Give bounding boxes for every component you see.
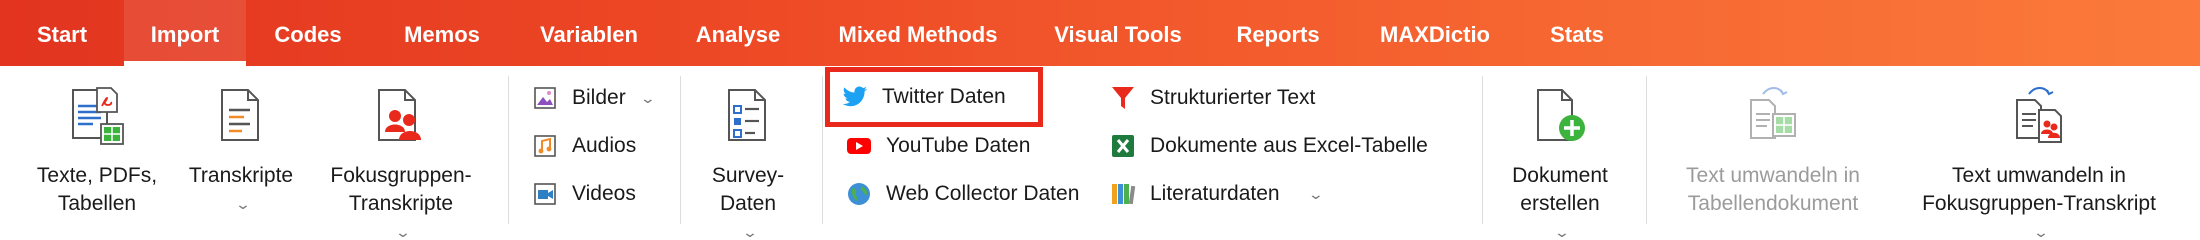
- focus-group-transcript-icon: [373, 86, 429, 151]
- texte-pdfs-tabellen-button[interactable]: Texte, PDFs, Tabellen: [22, 66, 172, 231]
- bilder-label: Bilder: [572, 86, 626, 109]
- videos-label: Videos: [572, 182, 636, 205]
- chevron-down-icon: ⌄: [639, 89, 656, 106]
- audios-label: Audios: [572, 134, 637, 157]
- tab-reports[interactable]: Reports: [1232, 0, 1324, 66]
- chevron-down-icon: ⌄: [741, 224, 759, 240]
- literaturdaten-button[interactable]: Literaturdaten ⌄: [1110, 174, 1324, 214]
- tab-codes[interactable]: Codes: [262, 0, 354, 66]
- tab-maxdictio[interactable]: MAXDictio: [1374, 0, 1496, 66]
- web-collector-daten-button[interactable]: Web Collector Daten: [846, 174, 1079, 214]
- tab-mixed-methods[interactable]: Mixed Methods: [832, 0, 1004, 66]
- ribbon-separator: [508, 76, 509, 224]
- ribbon-separator: [822, 76, 823, 224]
- twitter-label: Twitter Daten: [882, 85, 1006, 108]
- transkripte-button[interactable]: Transkripte ⌄: [178, 66, 304, 231]
- tab-start[interactable]: Start: [0, 0, 124, 66]
- tab-stats[interactable]: Stats: [1544, 0, 1610, 66]
- image-icon: [532, 85, 558, 111]
- document-pdf-table-icon: [67, 86, 127, 151]
- survey-label-line1: Survey-: [711, 164, 785, 187]
- transkripte-label: Transkripte: [188, 164, 294, 187]
- dokumente-aus-excel-button[interactable]: Dokumente aus Excel-Tabelle: [1110, 126, 1428, 166]
- umwandeln-tabelle-line2: Tabellendokument: [1687, 192, 1859, 215]
- dokument-label-line1: Dokument: [1512, 164, 1608, 187]
- ribbon-separator: [680, 76, 681, 224]
- fokus-label-line1: Fokusgruppen-: [330, 164, 472, 187]
- youtube-daten-button[interactable]: YouTube Daten: [846, 126, 1030, 166]
- dokument-erstellen-button[interactable]: Dokument erstellen ⌄: [1494, 66, 1626, 240]
- convert-to-table-icon: [1743, 86, 1803, 151]
- videos-button[interactable]: Videos: [532, 174, 636, 214]
- chevron-down-icon: ⌄: [2032, 224, 2050, 240]
- fokusgruppen-transkripte-button[interactable]: Fokusgruppen- Transkripte ⌄: [316, 66, 486, 240]
- chevron-down-icon: ⌄: [1553, 224, 1571, 240]
- survey-icon: [723, 86, 773, 151]
- video-icon: [532, 181, 558, 207]
- tab-visual-tools[interactable]: Visual Tools: [1050, 0, 1186, 66]
- tab-memos[interactable]: Memos: [398, 0, 486, 66]
- import-ribbon: Texte, PDFs, Tabellen Transkripte ⌄ Foku…: [0, 66, 2200, 240]
- tab-variablen[interactable]: Variablen: [534, 0, 644, 66]
- chevron-down-icon: ⌄: [394, 224, 412, 240]
- umwandeln-fokus-line1: Text umwandeln in: [1952, 164, 2126, 187]
- umwandeln-tabelle-line1: Text umwandeln in: [1686, 164, 1860, 187]
- survey-daten-button[interactable]: Survey- Daten ⌄: [692, 66, 804, 240]
- umwandeln-fokus-line2: Fokusgruppen-Transkript: [1922, 192, 2156, 215]
- literaturdaten-label: Literaturdaten: [1150, 182, 1280, 205]
- tab-analyse[interactable]: Analyse: [690, 0, 786, 66]
- twitter-daten-button[interactable]: Twitter Daten: [825, 67, 1043, 127]
- convert-to-focus-group-icon: [2009, 86, 2069, 151]
- books-icon: [1110, 181, 1136, 207]
- funnel-icon: [1110, 85, 1136, 111]
- twitter-bird-icon: [842, 84, 868, 110]
- chevron-down-icon: ⌄: [234, 196, 252, 212]
- text-umwandeln-tabellendokument-button[interactable]: Text umwandeln in Tabellendokument: [1668, 66, 1878, 231]
- audio-icon: [532, 133, 558, 159]
- fokus-label-line2: Transkripte: [348, 192, 454, 215]
- ribbon-separator: [1646, 76, 1647, 224]
- excel-label: Dokumente aus Excel-Tabelle: [1150, 134, 1428, 157]
- dokument-label-line2: erstellen: [1520, 192, 1600, 215]
- ribbon-separator: [1482, 76, 1483, 224]
- texte-label-line1: Texte, PDFs,: [36, 164, 158, 187]
- texte-label-line2: Tabellen: [57, 192, 137, 215]
- bilder-button[interactable]: Bilder ⌄: [532, 78, 656, 118]
- strukturierter-text-button[interactable]: Strukturierter Text: [1110, 78, 1315, 118]
- audios-button[interactable]: Audios: [532, 126, 636, 166]
- new-document-icon: [1532, 86, 1588, 151]
- excel-icon: [1110, 133, 1136, 159]
- chevron-down-icon: ⌄: [1307, 185, 1324, 202]
- globe-icon: [846, 181, 872, 207]
- strukturierter-text-label: Strukturierter Text: [1150, 86, 1316, 109]
- text-umwandeln-fokusgruppen-button[interactable]: Text umwandeln in Fokusgruppen-Transkrip…: [1894, 66, 2184, 240]
- web-collector-label: Web Collector Daten: [886, 182, 1080, 205]
- youtube-icon: [846, 133, 872, 159]
- transcript-icon: [216, 86, 266, 151]
- tab-import[interactable]: Import: [124, 0, 246, 66]
- survey-label-line2: Daten: [719, 192, 777, 215]
- main-menu-bar: Start Import Codes Memos Variablen Analy…: [0, 0, 2200, 66]
- youtube-label: YouTube Daten: [886, 134, 1031, 157]
